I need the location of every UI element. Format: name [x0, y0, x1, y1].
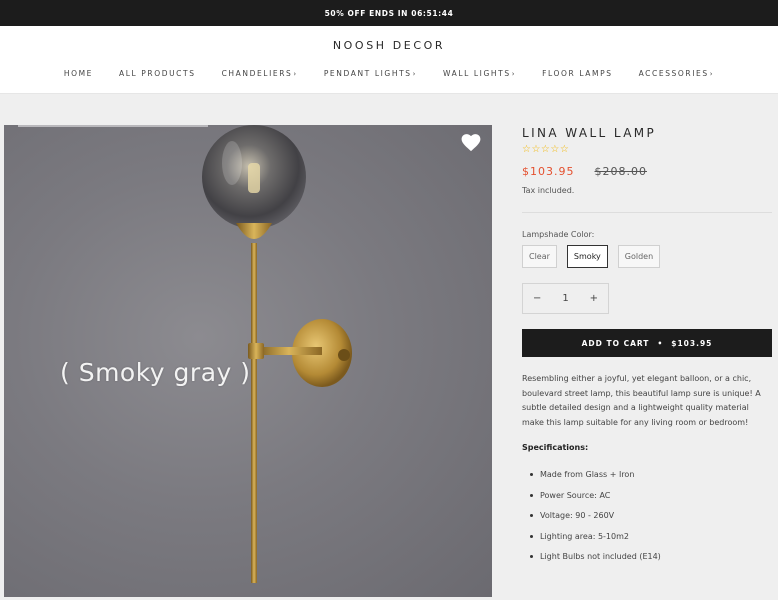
chevron-right-icon: ›	[412, 70, 418, 78]
option-golden[interactable]: Golden	[617, 245, 661, 268]
option-label: Lampshade Color:	[522, 230, 595, 239]
qty-decrease-button[interactable]: −	[533, 293, 541, 304]
cart-label: ADD TO CART	[581, 338, 650, 348]
chevron-right-icon: ›	[709, 70, 715, 78]
product-info: LINA WALL LAMP ☆☆☆☆☆ $103.95 $208.00 Tax…	[522, 126, 772, 573]
site-header: NOOSH DECOR HOME ALL PRODUCTS CHANDELIER…	[0, 26, 778, 94]
nav-item-label: ALL PRODUCTS	[119, 69, 196, 78]
nav-item-floor-lamps[interactable]: FLOOR LAMPS	[529, 69, 625, 78]
spec-item: Lighting area: 5-10m2	[522, 532, 772, 553]
nav-item-label: WALL LIGHTS	[443, 69, 511, 78]
spec-item: Power Source: AC	[522, 491, 772, 512]
option-clear[interactable]: Clear	[522, 245, 557, 268]
cart-separator: •	[657, 338, 664, 348]
heart-icon[interactable]	[461, 134, 481, 152]
divider	[522, 212, 772, 213]
qty-value[interactable]: 1	[562, 293, 568, 304]
spec-item: Voltage: 90 - 260V	[522, 511, 772, 532]
nav-item-wall-lights[interactable]: WALL LIGHTS›	[430, 69, 529, 78]
nav-item-chandeliers[interactable]: CHANDELIERS›	[209, 69, 311, 78]
add-to-cart-button[interactable]: ADD TO CART • $103.95	[522, 329, 772, 357]
announcement-bar: 50% OFF ENDS IN 06:51:44	[0, 0, 778, 26]
nav-item-label: CHANDELIERS	[221, 69, 293, 78]
original-price: $208.00	[594, 165, 647, 178]
qty-increase-button[interactable]: +	[590, 293, 598, 304]
nav-item-all-products[interactable]: ALL PRODUCTS	[106, 69, 209, 78]
brand-logo[interactable]: NOOSH DECOR	[0, 26, 778, 52]
nav-item-label: ACCESSORIES	[638, 69, 709, 78]
quantity-stepper: − 1 +	[522, 283, 609, 314]
nav-item-accessories[interactable]: ACCESSORIES›	[626, 69, 728, 78]
product-description: Resembling either a joyful, yet elegant …	[522, 374, 761, 427]
price-row: $103.95 $208.00	[522, 165, 772, 178]
star-rating[interactable]: ☆☆☆☆☆	[522, 144, 772, 155]
nav-item-label: FLOOR LAMPS	[542, 69, 613, 78]
nav-item-label: PENDANT LIGHTS	[323, 69, 412, 78]
announcement-prefix: 50% OFF ENDS IN	[324, 8, 409, 18]
color-options: Clear Smoky Golden	[522, 245, 772, 268]
chevron-right-icon: ›	[293, 70, 298, 78]
product-title: LINA WALL LAMP	[522, 126, 657, 140]
specs-title: Specifications:	[522, 443, 589, 452]
nav-item-pendant-lights[interactable]: PENDANT LIGHTS›	[311, 69, 430, 78]
spec-item: Light Bulbs not included (E14)	[522, 552, 772, 573]
sale-price: $103.95	[522, 165, 575, 178]
countdown-timer: 06:51:44	[411, 8, 454, 18]
nav-item-label: HOME	[63, 69, 93, 78]
specs-list: Made from Glass + Iron Power Source: AC …	[522, 470, 772, 573]
tax-note: Tax included.	[522, 186, 575, 195]
nav-item-home[interactable]: HOME	[51, 69, 106, 78]
option-smoky[interactable]: Smoky	[566, 245, 608, 268]
main-nav: HOME ALL PRODUCTS CHANDELIERS› PENDANT L…	[0, 69, 778, 78]
cart-price: $103.95	[671, 338, 713, 348]
chevron-right-icon: ›	[511, 70, 517, 78]
spec-item: Made from Glass + Iron	[522, 470, 772, 491]
image-caption: ( Smoky gray )	[60, 358, 251, 387]
